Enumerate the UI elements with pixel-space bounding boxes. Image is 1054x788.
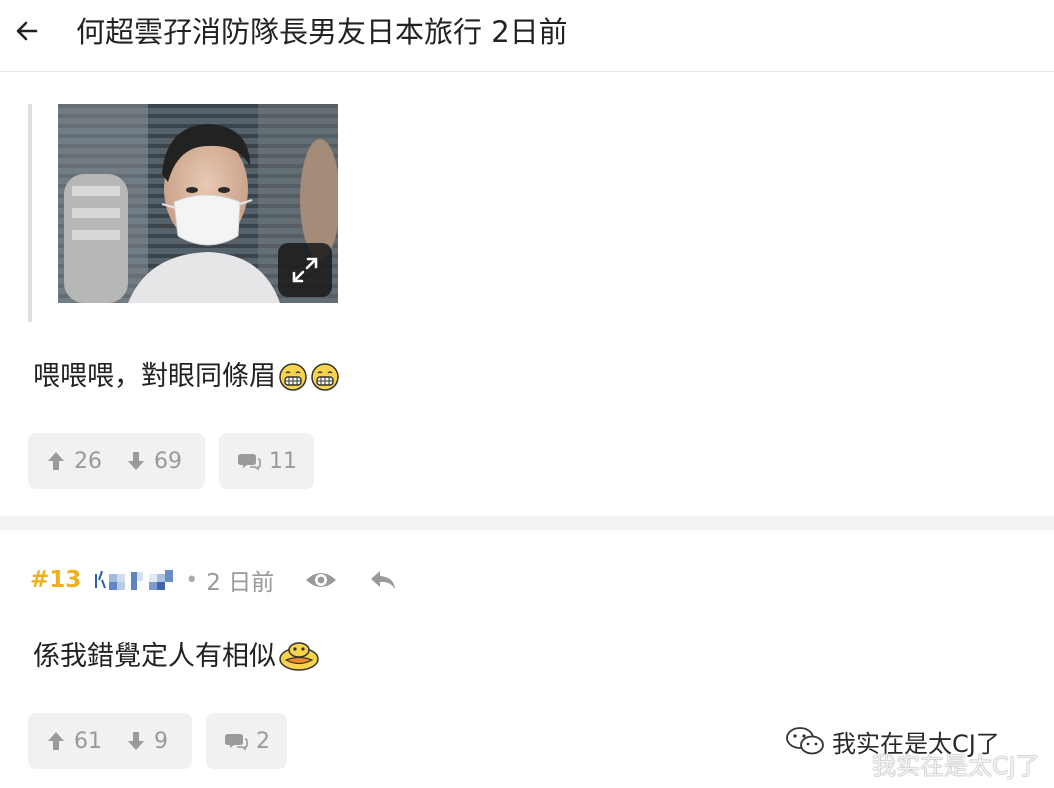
reply-count: 11: [269, 448, 297, 474]
top-bar: 何超雲孖消防隊長男友日本旅行 2日前: [0, 0, 1054, 72]
post-text: 喂喂喂，對眼同條眉: [33, 361, 276, 392]
expand-icon: [292, 257, 318, 283]
upvote-count: 61: [74, 728, 102, 754]
post-text: 係我錯覺定人有相似: [33, 641, 276, 672]
duck-emoji-icon: [279, 642, 319, 671]
downvote-button[interactable]: 9: [126, 729, 168, 754]
reply-item: 2: [224, 729, 270, 754]
upvote-button[interactable]: 26: [46, 449, 102, 474]
reply-arrow-icon: [371, 571, 396, 589]
upvote-button[interactable]: 61: [46, 729, 102, 754]
post-meta: #13 • 2 日前: [30, 562, 398, 598]
arrow-down-icon: [128, 732, 144, 750]
grin-emoji-icon: [279, 363, 307, 391]
comment-icon: [225, 734, 248, 751]
post-time: 2 日前: [206, 570, 275, 596]
username[interactable]: [93, 568, 177, 592]
vote-buttons: 61 9: [28, 713, 192, 769]
reply-count: 2: [256, 728, 270, 754]
downvote-count: 69: [154, 448, 182, 474]
arrow-down-icon: [128, 452, 144, 470]
grin-emoji-icon: [311, 363, 339, 391]
downvote-count: 9: [154, 728, 168, 754]
arrow-up-icon: [48, 452, 64, 470]
post-photo[interactable]: [58, 104, 338, 303]
pixelated-username: [95, 570, 174, 590]
arrow-left-icon: [16, 21, 38, 41]
post-body: 喂喂喂，對眼同條眉: [33, 358, 340, 396]
floor-number[interactable]: #13: [30, 567, 81, 593]
back-button[interactable]: [10, 14, 44, 48]
reply-button[interactable]: 2: [206, 713, 287, 769]
arrow-up-icon: [48, 732, 64, 750]
eye-icon: [306, 573, 337, 587]
reply-item: 11: [237, 449, 297, 474]
upvote-count: 26: [74, 448, 102, 474]
wechat-icon: [786, 727, 824, 755]
watermark-text-shadow: 我实在是太CJ了: [872, 752, 1040, 780]
quote-reply-button[interactable]: [368, 568, 398, 592]
reply-button[interactable]: 11: [219, 433, 314, 489]
downvote-button[interactable]: 69: [126, 449, 182, 474]
separator-dot: •: [185, 567, 199, 593]
vote-buttons: 26 69: [28, 433, 205, 489]
post-body: 係我錯覺定人有相似: [33, 638, 320, 676]
post-divider: [0, 516, 1054, 530]
page-title: 何超雲孖消防隊長男友日本旅行 2日前: [76, 15, 568, 49]
expand-image-button[interactable]: [278, 243, 332, 297]
comment-icon: [238, 454, 261, 471]
view-button[interactable]: [304, 569, 338, 591]
quoted-post: [28, 104, 348, 322]
